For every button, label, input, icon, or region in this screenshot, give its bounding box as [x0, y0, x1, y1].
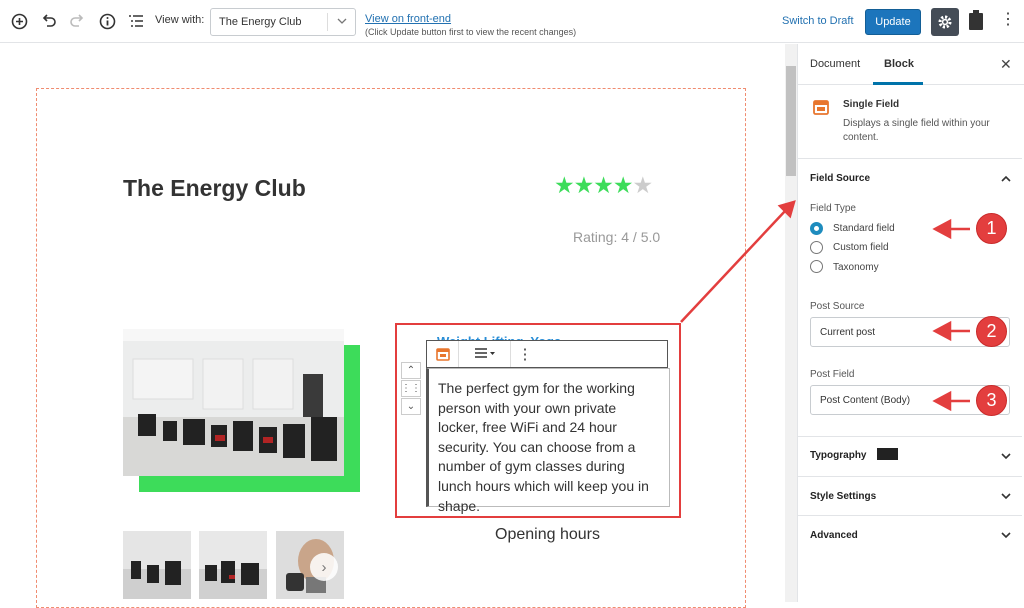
annotation-badge-3: 3 [976, 385, 1007, 416]
annotation-arrows [680, 200, 970, 412]
annotation-badge-2: 2 [976, 316, 1007, 347]
annotation-badge-1: 1 [976, 213, 1007, 244]
